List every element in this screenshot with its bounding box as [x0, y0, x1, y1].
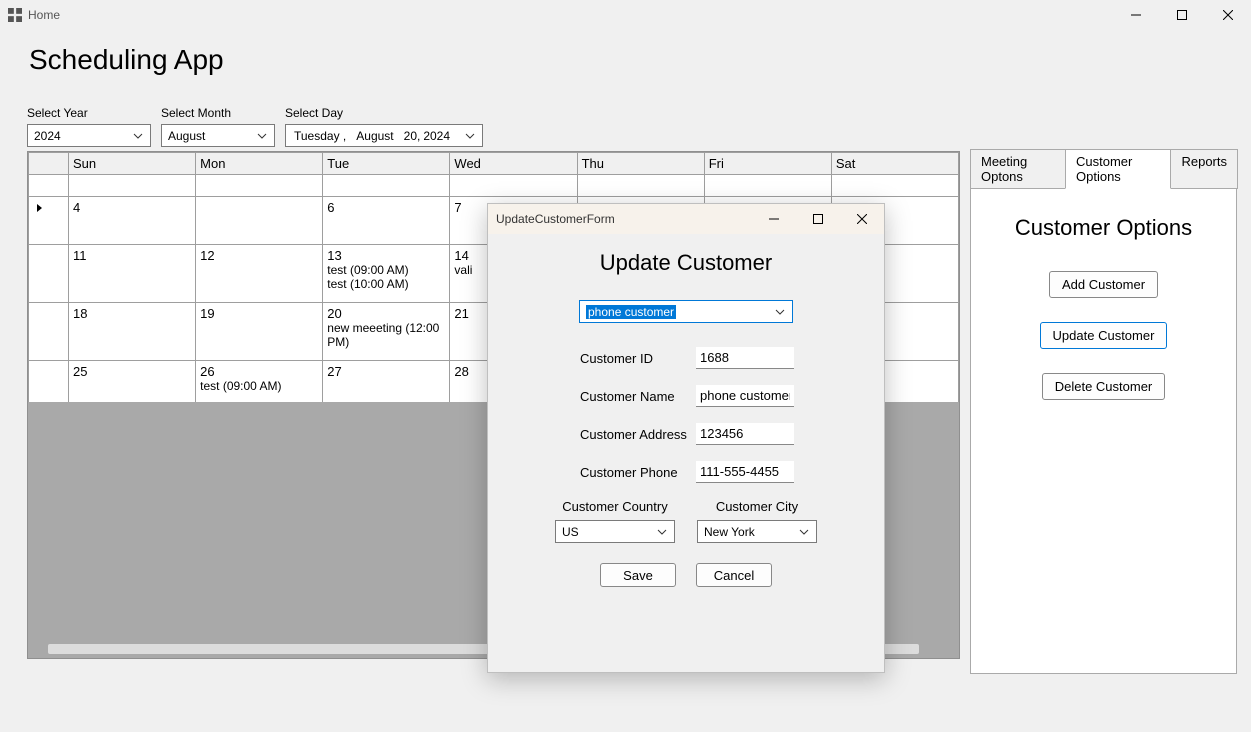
calendar-cell[interactable]: 13test (09:00 AM)test (10:00 AM) — [323, 245, 450, 303]
cancel-button[interactable]: Cancel — [696, 563, 772, 587]
month-select[interactable]: August — [161, 124, 275, 147]
page-title: Scheduling App — [29, 44, 1237, 76]
calendar-cell[interactable]: 6 — [323, 197, 450, 245]
row-header[interactable] — [29, 245, 69, 303]
customer-address-field[interactable] — [696, 423, 794, 445]
customer-city-select[interactable]: New York — [697, 520, 817, 543]
calendar-event: test (09:00 AM) — [200, 379, 318, 393]
customer-id-label: Customer ID — [580, 351, 696, 366]
dialog-heading: Update Customer — [508, 250, 864, 276]
day-month: August — [356, 129, 393, 143]
selector-row: Select Year 2024 Select Month August Sel… — [27, 106, 1237, 147]
window-controls — [1113, 0, 1251, 30]
row-header[interactable] — [29, 175, 69, 197]
calendar-cell[interactable] — [196, 175, 323, 197]
day-header: Sat — [831, 153, 958, 175]
maximize-button[interactable] — [1159, 0, 1205, 30]
calendar-cell[interactable] — [704, 175, 831, 197]
calendar-cell[interactable]: 12 — [196, 245, 323, 303]
dialog-body: Update Customer phone customer Customer … — [488, 234, 884, 597]
right-panel: Meeting OptonsCustomer OptionsReports Cu… — [970, 149, 1237, 657]
customer-id-field[interactable] — [696, 347, 794, 369]
day-select[interactable]: Tuesday , August 20, 2024 — [285, 124, 483, 147]
calendar-cell[interactable] — [450, 175, 577, 197]
customer-country-label: Customer Country — [552, 499, 678, 514]
year-select[interactable]: 2024 — [27, 124, 151, 147]
window-title: Home — [28, 8, 60, 22]
calendar-cell[interactable]: 5test (03:30 PM) — [196, 197, 323, 245]
row-header-column — [29, 153, 69, 175]
calendar-event: new meeeting (12:00 PM) — [327, 321, 445, 349]
calendar-cell[interactable] — [577, 175, 704, 197]
customer-name-label: Customer Name — [580, 389, 696, 404]
day-header: Fri — [704, 153, 831, 175]
customer-phone-field[interactable] — [696, 461, 794, 483]
row-header[interactable] — [29, 197, 69, 245]
customer-select-value: phone customer — [586, 305, 676, 319]
day-weekday: Tuesday — [294, 129, 340, 143]
day-header: Wed — [450, 153, 577, 175]
customer-city-label: Customer City — [694, 499, 820, 514]
row-header[interactable] — [29, 303, 69, 361]
chevron-down-icon — [654, 527, 670, 537]
tab-reports[interactable]: Reports — [1170, 149, 1238, 189]
calendar-cell[interactable] — [831, 175, 958, 197]
dialog-window-controls — [752, 204, 884, 234]
customer-phone-label: Customer Phone — [580, 465, 696, 480]
tab-strip: Meeting OptonsCustomer OptionsReports — [970, 149, 1237, 189]
customer-country-value: US — [562, 525, 579, 539]
customer-select[interactable]: phone customer — [579, 300, 793, 323]
day-number: 20, — [404, 129, 421, 143]
month-value: August — [168, 129, 205, 143]
delete-customer-button[interactable]: Delete Customer — [1042, 373, 1166, 400]
chevron-down-icon — [772, 307, 788, 317]
calendar-cell[interactable] — [323, 175, 450, 197]
customer-address-label: Customer Address — [580, 427, 696, 442]
month-label: Select Month — [161, 106, 275, 120]
add-customer-button[interactable]: Add Customer — [1049, 271, 1158, 298]
calendar-event: test (10:00 AM) — [327, 277, 445, 291]
tab-body: Customer Options Add Customer Update Cust… — [970, 188, 1237, 674]
day-header: Thu — [577, 153, 704, 175]
chevron-down-icon — [254, 131, 270, 141]
close-button[interactable] — [1205, 0, 1251, 30]
update-customer-button[interactable]: Update Customer — [1040, 322, 1168, 349]
calendar-cell[interactable]: 18 — [69, 303, 196, 361]
calendar-event: test (03:30 PM) — [200, 215, 318, 229]
dialog-title: UpdateCustomerForm — [496, 212, 615, 226]
tab-meeting-optons[interactable]: Meeting Optons — [970, 149, 1066, 189]
day-header: Tue — [323, 153, 450, 175]
calendar-cell[interactable]: 4 — [69, 197, 196, 245]
panel-title: Customer Options — [981, 215, 1226, 241]
day-year: 2024 — [423, 129, 450, 143]
day-header: Sun — [69, 153, 196, 175]
year-label: Select Year — [27, 106, 151, 120]
dialog-titlebar: UpdateCustomerForm — [488, 204, 884, 234]
dialog-maximize-button[interactable] — [796, 204, 840, 234]
calendar-event: test (09:00 AM) — [327, 263, 445, 277]
chevron-down-icon — [462, 131, 478, 141]
tab-customer-options[interactable]: Customer Options — [1065, 149, 1171, 189]
update-customer-dialog: UpdateCustomerForm Update Customer phone… — [487, 203, 885, 673]
app-icon — [8, 8, 22, 22]
day-header: Mon — [196, 153, 323, 175]
save-button[interactable]: Save — [600, 563, 676, 587]
calendar-cell[interactable]: 19 — [196, 303, 323, 361]
customer-city-value: New York — [704, 525, 755, 539]
dialog-close-button[interactable] — [840, 204, 884, 234]
day-label: Select Day — [285, 106, 483, 120]
calendar-cell[interactable]: 20new meeeting (12:00 PM) — [323, 303, 450, 361]
year-value: 2024 — [34, 129, 61, 143]
calendar-cell[interactable] — [69, 175, 196, 197]
calendar-cell[interactable]: 11 — [69, 245, 196, 303]
chevron-down-icon — [796, 527, 812, 537]
dialog-minimize-button[interactable] — [752, 204, 796, 234]
customer-name-field[interactable] — [696, 385, 794, 407]
window-titlebar: Home — [0, 0, 1251, 30]
minimize-button[interactable] — [1113, 0, 1159, 30]
customer-country-select[interactable]: US — [555, 520, 675, 543]
chevron-down-icon — [130, 131, 146, 141]
